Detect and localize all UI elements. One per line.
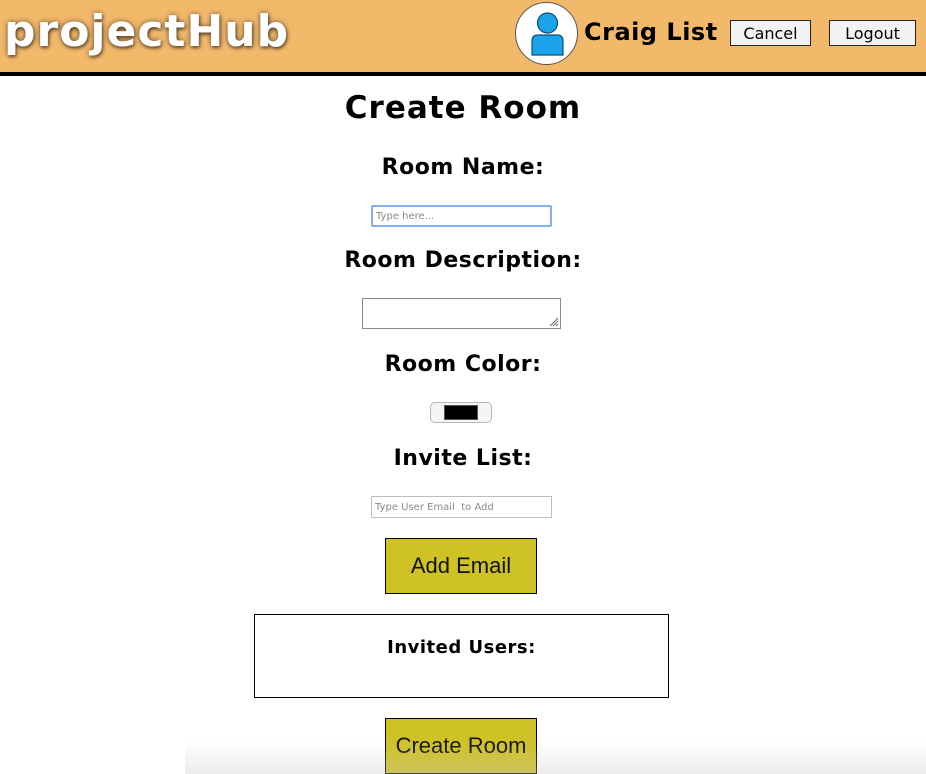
color-swatch-chip — [444, 405, 478, 420]
room-color-picker[interactable] — [430, 402, 492, 423]
app-logo[interactable]: projectHub — [4, 6, 289, 57]
room-description-input[interactable] — [362, 298, 561, 329]
room-name-label: Room Name: — [381, 155, 545, 180]
user-name: Craig List — [584, 18, 718, 46]
header-divider — [0, 72, 926, 76]
page-title: Create Room — [344, 90, 582, 126]
user-avatar-icon[interactable] — [515, 2, 578, 65]
app-header: projectHub Craig List Cancel Logout — [0, 0, 926, 72]
resize-grip-icon[interactable] — [548, 316, 559, 327]
logout-button[interactable]: Logout — [829, 20, 916, 46]
invite-list-label: Invite List: — [393, 446, 533, 471]
cancel-button[interactable]: Cancel — [730, 20, 811, 46]
room-name-input[interactable] — [371, 205, 552, 227]
invited-users-box: Invited Users: — [254, 614, 669, 698]
room-color-label: Room Color: — [384, 352, 542, 377]
invited-users-title: Invited Users: — [387, 637, 536, 658]
room-description-label: Room Description: — [344, 248, 582, 273]
create-room-button[interactable]: Create Room — [385, 718, 537, 774]
add-email-button[interactable]: Add Email — [385, 538, 537, 594]
invite-email-input[interactable] — [371, 496, 552, 518]
bottom-shadow — [185, 740, 926, 774]
